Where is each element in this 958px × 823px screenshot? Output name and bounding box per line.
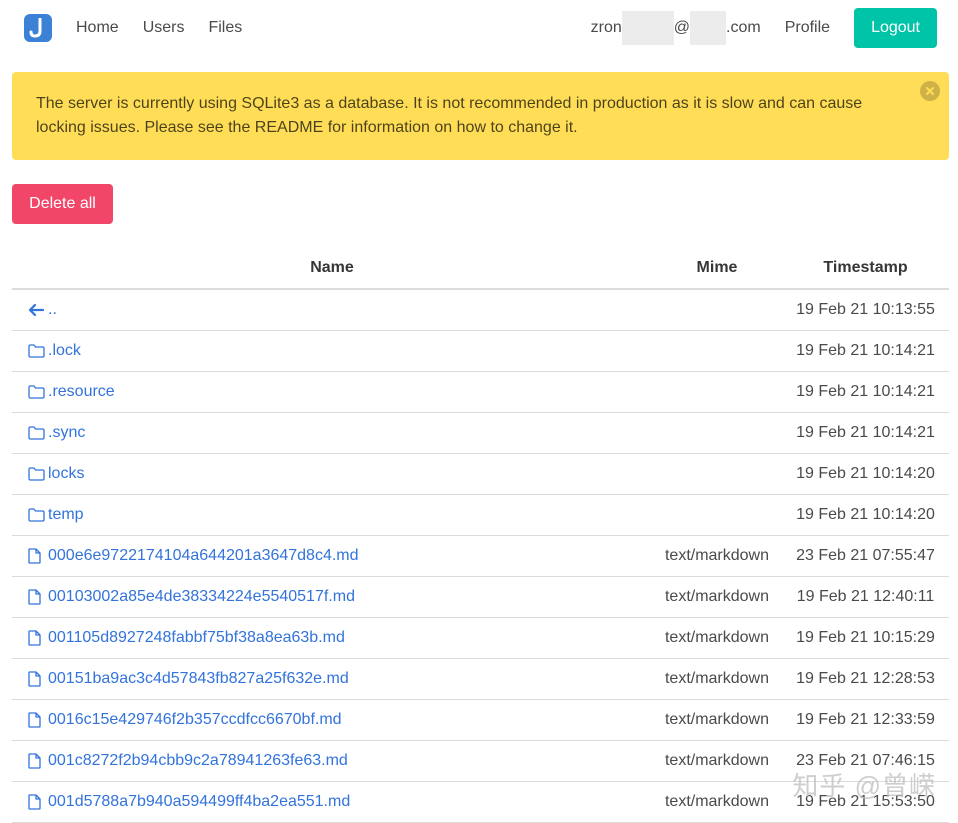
file-icon <box>28 587 48 607</box>
nav-item-home[interactable]: Home <box>76 19 119 37</box>
mime-cell: text/markdown <box>664 629 770 646</box>
logout-button[interactable]: Logout <box>854 8 937 48</box>
timestamp-cell: 19 Feb 21 10:14:20 <box>796 465 935 482</box>
table-row: 00103002a85e4de38334224e5540517f.md text/… <box>12 577 949 618</box>
folder-icon <box>28 341 48 361</box>
timestamp-cell: 23 Feb 21 07:55:47 <box>796 547 935 564</box>
table-row: .sync 19 Feb 21 10:14:21 <box>12 413 949 454</box>
timestamp-cell: 19 Feb 21 12:40:11 <box>796 588 935 605</box>
user-email-at: @ <box>673 19 691 36</box>
folder-icon <box>28 464 48 484</box>
nav-item-files[interactable]: Files <box>208 19 242 37</box>
nav-right: zron @ .com Profile Logout <box>591 8 937 48</box>
column-header-mime[interactable]: Mime <box>652 259 782 277</box>
file-name-cell[interactable]: locks <box>12 464 652 484</box>
timestamp-cell: 19 Feb 21 10:13:55 <box>796 301 935 318</box>
mime-cell: text/markdown <box>664 547 770 564</box>
file-name-link[interactable]: 001d5788a7b940a594499ff4ba2ea551.md <box>48 793 350 811</box>
watermark: 知乎 @曾嵘 <box>792 771 936 801</box>
sqlite-warning-notification: The server is currently using SQLite3 as… <box>12 72 949 160</box>
table-header: Name Mime Timestamp <box>12 248 949 290</box>
arrow-left-icon <box>28 300 48 320</box>
app-logo[interactable] <box>24 14 52 42</box>
notification-text: The server is currently using SQLite3 as… <box>36 95 863 136</box>
file-name-link[interactable]: 0016c15e429746f2b357ccdfcc6670bf.md <box>48 711 342 729</box>
profile-link[interactable]: Profile <box>785 19 830 37</box>
column-header-timestamp[interactable]: Timestamp <box>782 259 949 277</box>
mime-cell: text/markdown <box>664 711 770 728</box>
file-name-link[interactable]: .lock <box>48 342 81 360</box>
nav-item-users[interactable]: Users <box>143 19 185 37</box>
table-row: temp 19 Feb 21 10:14:20 <box>12 495 949 536</box>
timestamp-cell: 19 Feb 21 12:28:53 <box>796 670 935 687</box>
navbar: Home Users Files zron @ .com Profile Log… <box>0 0 958 56</box>
folder-icon <box>28 382 48 402</box>
nav-menu: Home Users Files <box>76 0 266 56</box>
file-name-link[interactable]: 001c8272f2b94cbb9c2a78941263fe63.md <box>48 752 348 770</box>
table-row: locks 19 Feb 21 10:14:20 <box>12 454 949 495</box>
table-row: .. 19 Feb 21 10:13:55 <box>12 290 949 331</box>
file-name-link[interactable]: .. <box>48 301 57 319</box>
folder-icon <box>28 423 48 443</box>
file-icon <box>28 669 48 689</box>
timestamp-cell: 19 Feb 21 10:14:20 <box>796 506 935 523</box>
file-icon <box>28 751 48 771</box>
file-name-cell[interactable]: .lock <box>12 341 652 361</box>
file-name-link[interactable]: .resource <box>48 383 115 401</box>
file-name-cell[interactable]: 0016c15e429746f2b357ccdfcc6670bf.md <box>12 710 652 730</box>
joplin-logo-icon <box>29 18 42 38</box>
file-icon <box>28 792 48 812</box>
file-name-link[interactable]: locks <box>48 465 84 483</box>
timestamp-cell: 19 Feb 21 10:14:21 <box>796 383 935 400</box>
table-row: 0016c15e429746f2b357ccdfcc6670bf.md text/… <box>12 700 949 741</box>
file-icon <box>28 546 48 566</box>
delete-all-button[interactable]: Delete all <box>12 184 113 224</box>
close-notification-button[interactable] <box>920 81 940 101</box>
timestamp-cell: 19 Feb 21 12:33:59 <box>796 711 935 728</box>
file-name-link[interactable]: temp <box>48 506 84 524</box>
file-name-cell[interactable]: 00103002a85e4de38334224e5540517f.md <box>12 587 652 607</box>
timestamp-cell: 19 Feb 21 10:14:21 <box>796 342 935 359</box>
user-email: zron @ .com <box>591 11 761 45</box>
file-name-cell[interactable]: temp <box>12 505 652 525</box>
file-icon <box>28 628 48 648</box>
file-icon <box>28 710 48 730</box>
file-name-cell[interactable]: .. <box>12 300 652 320</box>
column-header-name[interactable]: Name <box>12 259 652 277</box>
mime-cell: text/markdown <box>664 670 770 687</box>
file-name-link[interactable]: 000e6e9722174104a644201a3647d8c4.md <box>48 547 359 565</box>
file-name-cell[interactable]: .sync <box>12 423 652 443</box>
table-body: .. 19 Feb 21 10:13:55 .lock 19 Feb 21 10:14… <box>12 290 949 823</box>
file-name-link[interactable]: 001105d8927248fabbf75bf38a8ea63b.md <box>48 629 345 647</box>
table-row: 001105d8927248fabbf75bf38a8ea63b.md text/… <box>12 618 949 659</box>
user-email-prefix: zron <box>590 19 622 36</box>
file-name-cell[interactable]: 001d5788a7b940a594499ff4ba2ea551.md <box>12 792 652 812</box>
file-name-link[interactable]: .sync <box>48 424 85 442</box>
file-name-cell[interactable]: 001c8272f2b94cbb9c2a78941263fe63.md <box>12 751 652 771</box>
file-name-cell[interactable]: 00151ba9ac3c4d57843fb827a25f632e.md <box>12 669 652 689</box>
file-name-link[interactable]: 00151ba9ac3c4d57843fb827a25f632e.md <box>48 670 349 688</box>
table-row: .lock 19 Feb 21 10:14:21 <box>12 331 949 372</box>
file-name-link[interactable]: 00103002a85e4de38334224e5540517f.md <box>48 588 355 606</box>
file-name-cell[interactable]: .resource <box>12 382 652 402</box>
timestamp-cell: 19 Feb 21 10:14:21 <box>796 424 935 441</box>
close-icon <box>926 87 934 95</box>
table-row: 00151ba9ac3c4d57843fb827a25f632e.md text/… <box>12 659 949 700</box>
table-row: 000e6e9722174104a644201a3647d8c4.md text/… <box>12 536 949 577</box>
mime-cell: text/markdown <box>664 752 770 769</box>
redacted-block <box>621 11 674 45</box>
mime-cell: text/markdown <box>664 588 770 605</box>
file-name-cell[interactable]: 000e6e9722174104a644201a3647d8c4.md <box>12 546 652 566</box>
timestamp-cell: 19 Feb 21 10:15:29 <box>796 629 935 646</box>
files-table: Name Mime Timestamp .. 19 Feb 21 10:13:55… <box>12 248 949 823</box>
redacted-block <box>690 11 727 45</box>
user-email-suffix: .com <box>726 19 761 36</box>
folder-icon <box>28 505 48 525</box>
file-name-cell[interactable]: 001105d8927248fabbf75bf38a8ea63b.md <box>12 628 652 648</box>
mime-cell: text/markdown <box>664 793 770 810</box>
table-row: .resource 19 Feb 21 10:14:21 <box>12 372 949 413</box>
